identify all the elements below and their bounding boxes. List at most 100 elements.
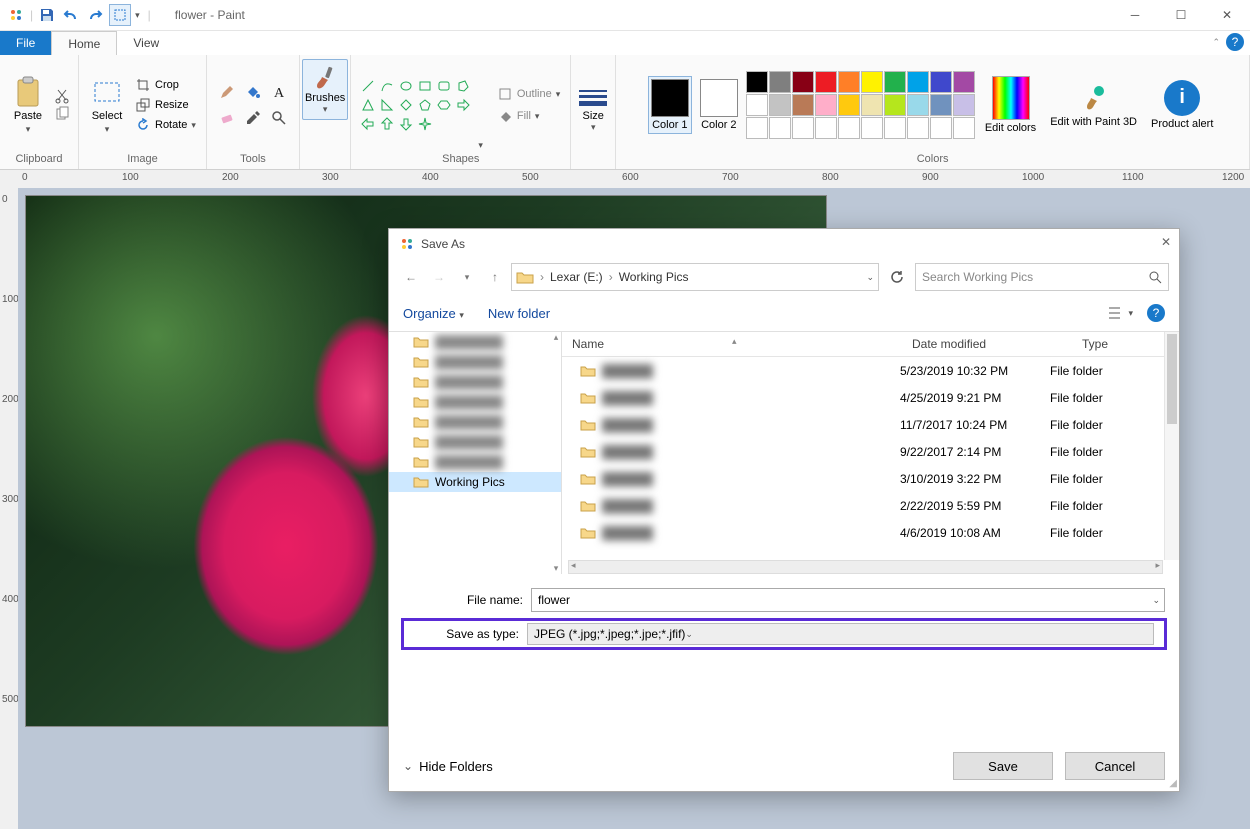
nav-forward-icon[interactable]: → bbox=[427, 265, 451, 289]
bucket-icon[interactable] bbox=[241, 80, 265, 104]
sort-asc-icon[interactable]: ▴ bbox=[732, 336, 737, 347]
shape-arrow-up-icon[interactable] bbox=[378, 115, 396, 133]
shape-polygon-icon[interactable] bbox=[454, 77, 472, 95]
col-type[interactable]: Type bbox=[1072, 337, 1179, 351]
dialog-help-icon[interactable]: ? bbox=[1147, 304, 1165, 322]
palette-swatch[interactable] bbox=[838, 117, 860, 139]
edit-colors-button[interactable]: Edit colors bbox=[981, 74, 1040, 136]
color-palette[interactable] bbox=[746, 71, 975, 139]
filename-input[interactable]: flower ⌄ bbox=[531, 588, 1165, 612]
savetype-select[interactable]: JPEG (*.jpg;*.jpeg;*.jpe;*.jfif) ⌄ bbox=[527, 623, 1154, 645]
palette-swatch[interactable] bbox=[746, 94, 768, 116]
shape-outline-button[interactable]: Outline ▾ bbox=[495, 85, 562, 103]
palette-swatch[interactable] bbox=[861, 117, 883, 139]
select-button[interactable]: Select ▾ bbox=[87, 74, 127, 137]
shape-arrow-left-icon[interactable] bbox=[359, 115, 377, 133]
tree-item[interactable]: ████████ bbox=[389, 412, 561, 432]
shape-star4-icon[interactable] bbox=[416, 115, 434, 133]
palette-swatch[interactable] bbox=[815, 94, 837, 116]
shape-curve-icon[interactable] bbox=[378, 77, 396, 95]
copy-icon[interactable] bbox=[54, 106, 70, 122]
list-header[interactable]: Name ▴ Date modified Type bbox=[562, 332, 1179, 357]
palette-swatch[interactable] bbox=[884, 71, 906, 93]
palette-swatch[interactable] bbox=[746, 71, 768, 93]
search-input[interactable]: Search Working Pics bbox=[915, 263, 1169, 291]
filename-dropdown-icon[interactable]: ⌄ bbox=[1152, 595, 1160, 606]
tree-item[interactable]: ████████ bbox=[389, 332, 561, 352]
shape-hexagon-icon[interactable] bbox=[435, 96, 453, 114]
palette-swatch[interactable] bbox=[907, 71, 929, 93]
color2-button[interactable]: Color 2 bbox=[698, 77, 740, 133]
crop-button[interactable]: Crop bbox=[133, 76, 198, 94]
organize-button[interactable]: Organize ▾ bbox=[403, 306, 464, 321]
nav-history-icon[interactable]: ▾ bbox=[455, 265, 479, 289]
shape-arrow-right-icon[interactable] bbox=[454, 96, 472, 114]
tree-item[interactable]: ████████ bbox=[389, 452, 561, 472]
palette-swatch[interactable] bbox=[838, 94, 860, 116]
col-name[interactable]: Name bbox=[572, 337, 604, 351]
color1-button[interactable]: Color 1 bbox=[648, 76, 692, 134]
file-list[interactable]: Name ▴ Date modified Type ██████5/23/201… bbox=[562, 332, 1179, 574]
palette-swatch[interactable] bbox=[815, 117, 837, 139]
product-alert-button[interactable]: i Product alert bbox=[1147, 78, 1217, 132]
palette-swatch[interactable] bbox=[907, 117, 929, 139]
shapes-more-icon[interactable]: ▾ bbox=[478, 140, 483, 151]
qat-customize-icon[interactable]: ▾ bbox=[135, 10, 140, 21]
palette-swatch[interactable] bbox=[884, 94, 906, 116]
help-icon[interactable]: ? bbox=[1226, 33, 1244, 51]
shape-fill-button[interactable]: Fill ▾ bbox=[495, 107, 562, 125]
v-scrollbar[interactable] bbox=[1164, 332, 1179, 560]
tree-item[interactable]: ████████ bbox=[389, 432, 561, 452]
palette-swatch[interactable] bbox=[930, 94, 952, 116]
palette-swatch[interactable] bbox=[746, 117, 768, 139]
shape-arrow-down-icon[interactable] bbox=[397, 115, 415, 133]
palette-swatch[interactable] bbox=[930, 117, 952, 139]
tab-view[interactable]: View bbox=[117, 31, 175, 55]
palette-swatch[interactable] bbox=[792, 94, 814, 116]
rotate-button[interactable]: Rotate ▾ bbox=[133, 116, 198, 134]
window-maximize-icon[interactable]: ☐ bbox=[1158, 0, 1204, 30]
list-row[interactable]: ██████11/7/2017 10:24 PMFile folder bbox=[562, 411, 1179, 438]
pencil-icon[interactable] bbox=[215, 80, 239, 104]
hide-folders-button[interactable]: ⌄ Hide Folders bbox=[403, 759, 493, 774]
address-bar[interactable]: › Lexar (E:) › Working Pics ⌄ bbox=[511, 263, 879, 291]
list-row[interactable]: ██████5/23/2019 10:32 PMFile folder bbox=[562, 357, 1179, 384]
palette-swatch[interactable] bbox=[792, 71, 814, 93]
text-icon[interactable]: A bbox=[267, 80, 291, 104]
brushes-button[interactable]: Brushes ▾ bbox=[302, 59, 348, 120]
shape-rtriangle-icon[interactable] bbox=[378, 96, 396, 114]
size-button[interactable]: Size ▾ bbox=[579, 90, 607, 133]
palette-swatch[interactable] bbox=[769, 94, 791, 116]
shape-oval-icon[interactable] bbox=[397, 77, 415, 95]
tree-scrollbar[interactable]: ▴▾ bbox=[551, 332, 561, 574]
list-row[interactable]: ██████3/10/2019 3:22 PMFile folder bbox=[562, 465, 1179, 492]
tree-item-selected[interactable]: Working Pics bbox=[389, 472, 561, 492]
palette-swatch[interactable] bbox=[861, 94, 883, 116]
cut-icon[interactable] bbox=[54, 88, 70, 104]
shapes-gallery[interactable] bbox=[359, 77, 472, 133]
palette-swatch[interactable] bbox=[953, 71, 975, 93]
cancel-button[interactable]: Cancel bbox=[1065, 752, 1165, 780]
nav-up-icon[interactable]: ↑ bbox=[483, 265, 507, 289]
folder-tree[interactable]: ████████████████████████████████████████… bbox=[389, 332, 562, 574]
palette-swatch[interactable] bbox=[769, 71, 791, 93]
view-options-button[interactable]: ▾ bbox=[1108, 306, 1133, 320]
tab-file[interactable]: File bbox=[0, 31, 51, 55]
list-row[interactable]: ██████9/22/2017 2:14 PMFile folder bbox=[562, 438, 1179, 465]
nav-back-icon[interactable]: ← bbox=[399, 265, 423, 289]
resize-grip-icon[interactable]: ◢ bbox=[1169, 778, 1177, 789]
palette-swatch[interactable] bbox=[953, 117, 975, 139]
tree-item[interactable]: ████████ bbox=[389, 372, 561, 392]
palette-swatch[interactable] bbox=[838, 71, 860, 93]
resize-button[interactable]: Resize bbox=[133, 96, 198, 114]
list-row[interactable]: ██████2/22/2019 5:59 PMFile folder bbox=[562, 492, 1179, 519]
redo-icon[interactable] bbox=[85, 5, 105, 25]
tree-item[interactable]: ████████ bbox=[389, 392, 561, 412]
shape-diamond-icon[interactable] bbox=[397, 96, 415, 114]
eraser-icon[interactable] bbox=[215, 106, 239, 130]
palette-swatch[interactable] bbox=[861, 71, 883, 93]
paint3d-button[interactable]: Edit with Paint 3D bbox=[1046, 80, 1141, 130]
shape-pentagon-icon[interactable] bbox=[416, 96, 434, 114]
window-close-icon[interactable]: ✕ bbox=[1204, 0, 1250, 30]
palette-swatch[interactable] bbox=[930, 71, 952, 93]
